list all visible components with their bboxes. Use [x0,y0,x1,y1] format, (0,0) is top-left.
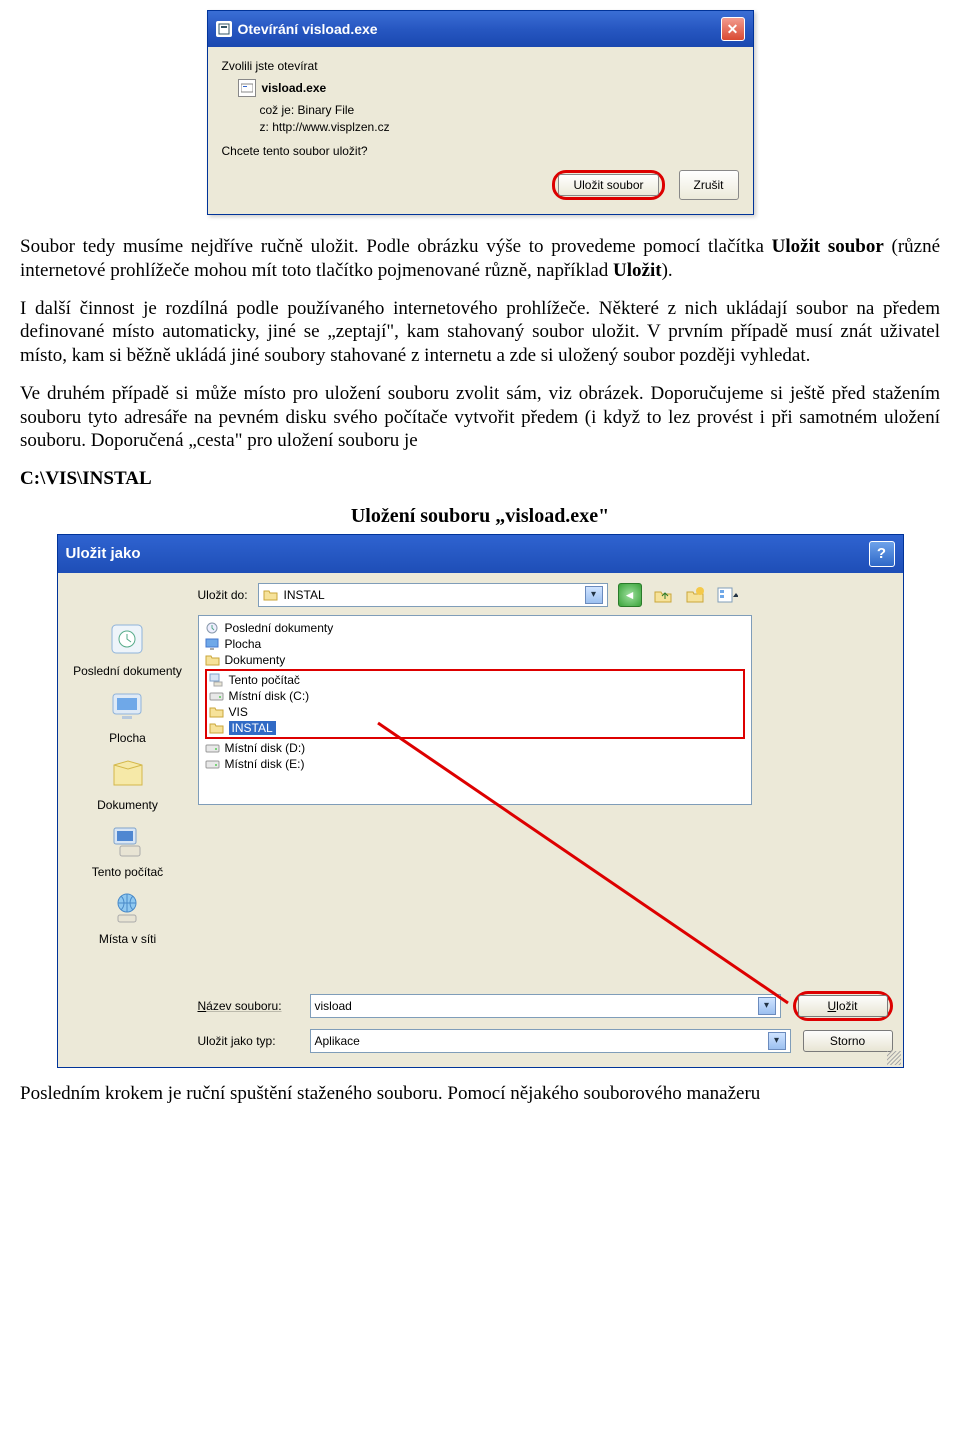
dialog-body: Zvolili jste otevírat visload.exe což je… [208,47,753,214]
dialog-question: Chcete tento soubor uložit? [222,144,739,158]
back-icon[interactable]: ◄ [618,583,642,607]
computer-icon [108,822,148,860]
highlight-ring: Uložit soubor [552,170,664,200]
help-icon[interactable]: ? [869,541,895,567]
sidebar-desktop[interactable]: Plocha [68,688,188,745]
tree-documents[interactable]: Dokumenty [205,652,745,668]
storno-button[interactable]: Storno [803,1030,893,1052]
file-type-row: což je: Binary File [260,103,739,117]
tree-highlight-box: Tento počítač Místní disk (C:) VIS INSTA… [205,669,745,739]
recent-icon [205,621,220,635]
dialog-intro: Zvolili jste otevírat [222,59,739,73]
sidebar-documents[interactable]: Dokumenty [68,755,188,812]
highlight-ring-save: Uložit [793,991,893,1021]
sidebar-mycomputer[interactable]: Tento počítač [68,822,188,879]
section-title: Uložení souboru „visload.exe" [20,505,940,528]
tree-drive-d[interactable]: Místní disk (D:) [205,740,745,756]
file-icon [238,79,256,97]
documents-icon [108,755,148,793]
download-dialog: Otevírání visload.exe ✕ Zvolili jste ote… [207,10,754,215]
view-menu-icon[interactable] [716,584,738,606]
paragraph-3: Ve druhém případě si může místo pro ulož… [20,382,940,453]
folder-small-icon [205,653,220,667]
folder-tree[interactable]: Poslední dokumenty Plocha Dokumenty Tent… [198,615,752,805]
chevron-down-icon[interactable]: ▾ [768,1032,786,1050]
sidebar-network[interactable]: Místa v síti [68,889,188,946]
paragraph-4: Posledním krokem je ruční spuštění staže… [20,1082,940,1106]
tree-recent[interactable]: Poslední dokumenty [205,620,745,636]
folder-icon [263,588,278,602]
recommended-path: C:\VIS\INSTAL [20,467,940,491]
paragraph-1: Soubor tedy musíme nejdříve ručně uložit… [20,235,940,283]
chevron-down-icon[interactable]: ▾ [585,586,603,604]
saveas-title: Uložit jako [66,545,141,562]
filename: visload.exe [262,81,327,95]
drive-icon [205,757,220,771]
savein-combo[interactable]: INSTAL ▾ [258,583,608,607]
tree-vis-folder[interactable]: VIS [209,704,741,720]
close-icon[interactable]: ✕ [721,17,745,41]
chevron-down-icon[interactable]: ▾ [758,997,776,1015]
dialog-title: Otevírání visload.exe [238,21,378,37]
filename-input[interactable]: visload ▾ [310,994,781,1018]
drive-icon [205,741,220,755]
resize-grip-icon[interactable] [887,1051,901,1065]
save-file-button[interactable]: Uložit soubor [558,174,658,196]
dialog-titlebar[interactable]: Otevírání visload.exe ✕ [208,11,753,47]
computer-small-icon [209,673,224,687]
tree-drive-e[interactable]: Místní disk (E:) [205,756,745,772]
filename-label: Název souboru: [198,999,298,1013]
drive-icon [209,689,224,703]
paragraph-2: I další činnost je rozdílná podle použív… [20,297,940,368]
new-folder-icon[interactable] [684,584,706,606]
file-source-row: z: http://www.visplzen.cz [260,120,739,134]
savein-value: INSTAL [284,588,325,602]
tree-mycomputer[interactable]: Tento počítač [209,672,741,688]
save-button[interactable]: Uložit [798,995,888,1017]
filetype-select[interactable]: Aplikace ▾ [310,1029,791,1053]
desktop-small-icon [205,637,220,651]
sidebar-recent[interactable]: Poslední dokumenty [68,621,188,678]
tree-instal-folder[interactable]: INSTAL [209,720,741,736]
savein-label: Uložit do: [198,588,248,602]
folder-open-icon [209,705,224,719]
places-sidebar: Poslední dokumenty Plocha Dokumenty Tent… [68,583,188,1053]
saveas-titlebar[interactable]: Uložit jako ? [58,535,903,573]
network-icon [108,889,148,927]
recent-docs-icon [108,621,148,659]
up-folder-icon[interactable] [652,584,674,606]
cancel-button[interactable]: Zrušit [679,170,739,200]
folder-selected-icon [209,721,224,735]
tree-desktop[interactable]: Plocha [205,636,745,652]
filetype-label: Uložit jako typ: [198,1034,298,1048]
tree-drive-c[interactable]: Místní disk (C:) [209,688,741,704]
save-as-dialog: Uložit jako ? Poslední dokumenty Plocha … [57,534,904,1068]
app-icon [216,21,232,37]
desktop-icon [108,688,148,726]
